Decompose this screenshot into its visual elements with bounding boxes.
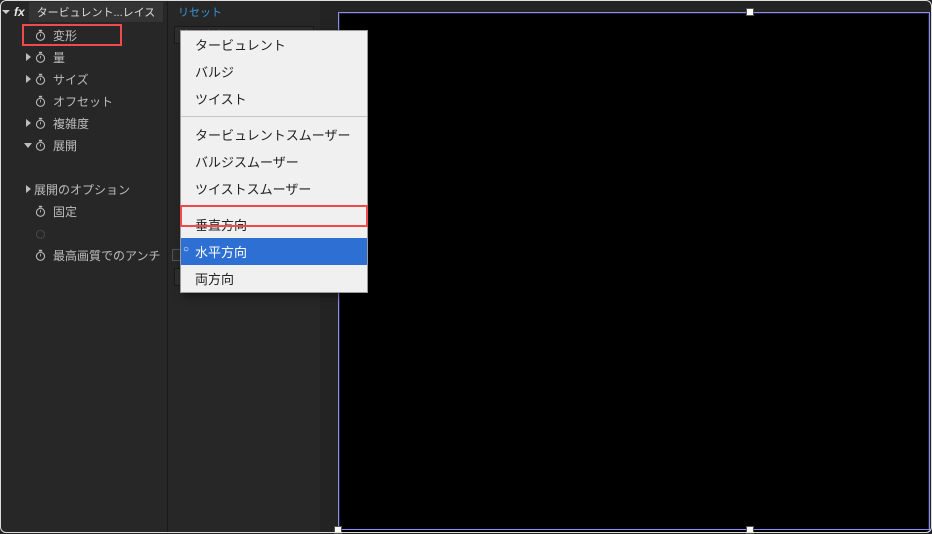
menu-item-selected[interactable]: 水平方向 — [181, 238, 367, 265]
expand-arrow-icon[interactable] — [22, 53, 34, 61]
stopwatch-icon[interactable] — [34, 29, 47, 42]
stopwatch-icon[interactable] — [34, 51, 47, 64]
expand-arrow-icon[interactable] — [22, 75, 34, 83]
prop-label: 展開のオプション — [34, 181, 130, 198]
menu-item[interactable]: バルジ — [181, 58, 367, 85]
prop-label: 複雑度 — [53, 115, 89, 132]
menu-item[interactable]: ツイストスムーザー — [181, 175, 367, 202]
prop-offset[interactable]: オフセット — [0, 90, 167, 112]
prop-pinning[interactable]: 固定 — [0, 200, 167, 222]
stopwatch-icon[interactable] — [34, 139, 47, 152]
prop-label: 量 — [53, 49, 65, 66]
prop-label: オフセット — [53, 93, 113, 110]
prop-evolution[interactable]: 展開 — [0, 134, 167, 156]
prop-amount[interactable]: 量 — [0, 46, 167, 68]
menu-item[interactable]: ツイスト — [181, 85, 367, 112]
prop-label: 変形 — [53, 27, 77, 44]
prop-size[interactable]: サイズ — [0, 68, 167, 90]
stopwatch-icon — [34, 227, 47, 240]
menu-item[interactable]: 垂直方向 — [181, 211, 367, 238]
effect-controls-panel: fx タービュレント...レイス 変形 量 サイズ — [0, 0, 168, 533]
menu-item[interactable]: タービュレントスムーザー — [181, 121, 367, 148]
chevron-down-icon — [2, 10, 10, 14]
prop-antialias[interactable]: 最高画質でのアンチ — [0, 244, 167, 266]
effect-header[interactable]: fx タービュレント...レイス — [0, 0, 167, 24]
menu-separator — [181, 116, 367, 117]
expand-arrow-icon[interactable] — [22, 119, 34, 127]
prop-label: 最高画質でのアンチ — [53, 247, 161, 264]
stopwatch-icon[interactable] — [34, 205, 47, 218]
stopwatch-icon[interactable] — [34, 95, 47, 108]
effect-name-tab[interactable]: タービュレント...レイス — [29, 2, 164, 22]
composition-viewport[interactable] — [320, 0, 932, 533]
menu-separator — [181, 206, 367, 207]
prop-label: サイズ — [53, 71, 89, 88]
prop-label: 固定 — [53, 203, 77, 220]
reset-link[interactable]: リセット — [170, 0, 230, 24]
expand-arrow-icon[interactable] — [22, 143, 34, 148]
displace-dropdown-menu[interactable]: タービュレント バルジ ツイスト タービュレントスムーザー バルジスムーザー ツ… — [180, 30, 368, 293]
transform-handle[interactable] — [746, 8, 754, 16]
prop-label: 展開 — [53, 137, 77, 154]
fx-icon: fx — [14, 5, 25, 19]
menu-item[interactable]: タービュレント — [181, 31, 367, 58]
effect-collapse-toggle[interactable]: fx — [2, 5, 25, 19]
prop-resize-blank — [0, 222, 167, 244]
stopwatch-icon[interactable] — [34, 117, 47, 130]
menu-item[interactable]: 両方向 — [181, 265, 367, 292]
stopwatch-icon[interactable] — [34, 73, 47, 86]
prop-evolution-options[interactable]: 展開のオプション — [0, 178, 167, 200]
stopwatch-icon[interactable] — [34, 249, 47, 262]
menu-item[interactable]: バルジスムーザー — [181, 148, 367, 175]
prop-displace[interactable]: 変形 — [0, 24, 167, 46]
layer-bounds — [338, 12, 930, 530]
prop-complexity[interactable]: 複雑度 — [0, 112, 167, 134]
expand-arrow-icon[interactable] — [22, 185, 34, 193]
